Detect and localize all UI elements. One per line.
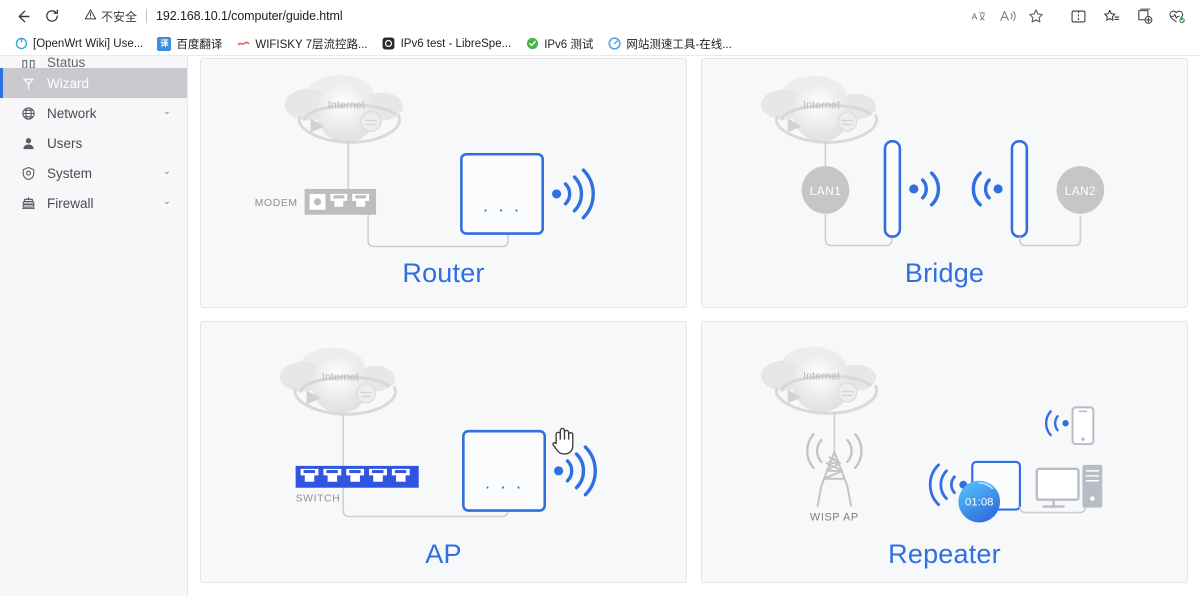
check-circle-icon	[525, 37, 539, 51]
network-icon	[20, 105, 36, 121]
favorites-icon[interactable]	[1096, 3, 1126, 29]
mode-card-grid: Internet MODEM · · · Router Internet LAN…	[200, 56, 1188, 583]
mode-card-router[interactable]: Internet MODEM · · · Router	[200, 58, 687, 308]
sidebar-item-label: Firewall	[47, 195, 94, 211]
bookmark-label: IPv6 测试	[544, 38, 594, 51]
bookmark-label: WIFISKY 7层流控路...	[255, 38, 368, 51]
read-aloud-icon[interactable]	[995, 4, 1021, 28]
sidebar-item-system[interactable]: System ⌄	[0, 158, 187, 188]
chevron-down-icon: ⌄	[162, 106, 171, 117]
bookmarks-bar: [OpenWrt Wiki] Use... 译 百度翻译 WIFISKY 7层流…	[0, 32, 1200, 56]
bookmark-item[interactable]: WIFISKY 7层流控路...	[230, 34, 373, 54]
speedtest-icon	[607, 37, 621, 51]
add-favorite-icon[interactable]	[1023, 4, 1049, 28]
sidebar-item-label: Wizard	[47, 75, 90, 91]
openwrt-icon	[14, 37, 28, 51]
lan2-label: LAN2	[1065, 184, 1096, 198]
internet-label: Internet	[803, 371, 840, 383]
internet-label: Internet	[322, 372, 359, 384]
page-body: Status Wizard Network ⌄ Users System ⌄ F…	[0, 56, 1200, 596]
security-label: 不安全	[101, 9, 138, 24]
modem-label: MODEM	[255, 198, 298, 209]
lan1-label: LAN1	[810, 184, 841, 198]
translate-icon[interactable]	[967, 4, 993, 28]
back-button[interactable]	[8, 3, 36, 29]
split-screen-icon[interactable]	[1063, 3, 1093, 29]
wizard-mode-selection: Internet MODEM · · · Router Internet LAN…	[188, 56, 1200, 596]
mouse-cursor-hand-icon	[552, 427, 574, 455]
chevron-down-icon: ⌄	[162, 166, 171, 177]
internet-label: Internet	[803, 100, 840, 112]
url-text[interactable]: 192.168.10.1/computer/guide.html	[156, 9, 962, 23]
timer-badge: 01:08	[965, 497, 994, 509]
sidebar-item-label: System	[47, 165, 93, 181]
warning-triangle-icon	[84, 8, 97, 24]
sidebar-item-wizard[interactable]: Wizard	[0, 68, 187, 98]
users-icon	[20, 135, 36, 151]
card-title-ap: AP	[425, 539, 462, 569]
bookmark-label: [OpenWrt Wiki] Use...	[33, 37, 144, 50]
bookmark-label: 百度翻译	[176, 38, 223, 51]
sidebar-item-label: Users	[47, 135, 83, 151]
security-warning[interactable]: 不安全	[84, 8, 137, 25]
mode-card-bridge[interactable]: Internet LAN1 LAN2 Bridge	[701, 58, 1188, 308]
ipv6-test-icon	[382, 37, 396, 51]
status-icon	[20, 56, 36, 68]
bookmark-item[interactable]: IPv6 测试	[519, 34, 599, 54]
wizard-icon	[20, 75, 36, 91]
refresh-button[interactable]	[38, 3, 66, 29]
firewall-icon	[20, 195, 36, 211]
sidebar-item-label: Status	[47, 56, 86, 68]
mode-card-repeater[interactable]: Internet WISP AP 01:08 Repeater	[701, 321, 1188, 583]
card-title-bridge: Bridge	[904, 258, 985, 288]
card-title-repeater: Repeater	[888, 539, 1001, 569]
bookmark-label: IPv6 test - LibreSpe...	[400, 37, 512, 50]
toolbar-right-icons	[1063, 3, 1192, 29]
chevron-down-icon: ⌄	[162, 196, 171, 207]
internet-label: Internet	[328, 100, 365, 112]
sidebar-item-users[interactable]: Users	[0, 128, 187, 158]
address-bar[interactable]: 不安全 192.168.10.1/computer/guide.html	[74, 3, 1055, 29]
wifisky-icon	[236, 37, 250, 51]
sidebar-item-network[interactable]: Network ⌄	[0, 98, 187, 128]
sidebar-item-label: Network	[47, 105, 97, 121]
bookmark-item[interactable]: IPv6 test - LibreSpe...	[376, 35, 518, 53]
bookmark-item[interactable]: 译 百度翻译	[151, 34, 228, 54]
browser-toolbar: 不安全 192.168.10.1/computer/guide.html	[0, 0, 1200, 32]
browser-essentials-icon[interactable]	[1162, 3, 1192, 29]
sidebar: Status Wizard Network ⌄ Users System ⌄ F…	[0, 56, 188, 596]
wisp-ap-label: WISP AP	[810, 511, 859, 523]
bookmark-item[interactable]: 网站测速工具-在线...	[601, 34, 737, 54]
baidu-translate-icon: 译	[157, 36, 172, 51]
sidebar-item-firewall[interactable]: Firewall ⌄	[0, 188, 187, 218]
bookmark-item[interactable]: [OpenWrt Wiki] Use...	[8, 35, 149, 53]
collections-icon[interactable]	[1129, 3, 1159, 29]
switch-label: SWITCH	[296, 494, 341, 505]
bookmark-label: 网站测速工具-在线...	[626, 38, 732, 51]
system-icon	[20, 165, 36, 181]
router-dots: · · ·	[482, 199, 521, 220]
omnibox-divider	[146, 9, 148, 23]
sidebar-item-status[interactable]: Status	[0, 56, 187, 68]
ap-dots: · · ·	[484, 476, 523, 497]
mode-card-ap[interactable]: Internet SWITCH · · · AP	[200, 321, 687, 583]
card-title-router: Router	[402, 258, 485, 288]
